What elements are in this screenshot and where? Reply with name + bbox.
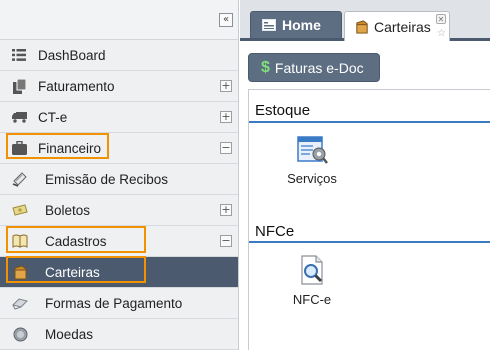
list-icon [11,47,27,63]
main-panel: Home Carteiras ✕ ☆ $ Faturas e-Doc Estoq… [240,0,490,350]
expand-icon[interactable]: + [220,111,232,123]
section-title-estoque: Estoque [255,102,311,119]
collapse-sidebar-button[interactable]: « [219,13,233,27]
sidebar-item-carteiras[interactable]: Carteiras [0,257,238,288]
briefcase-icon [11,140,27,156]
document-icon [11,78,27,94]
services-icon [296,133,328,165]
sidebar-item-cte[interactable]: CT-e + [0,102,238,133]
sidebar-item-label: Formas de Pagamento [45,295,183,311]
section-title-nfce: NFCe [255,223,295,240]
sidebar-item-label: Moedas [45,326,94,342]
sidebar-item-boletos[interactable]: Boletos + [0,195,238,226]
tile-label: NFC-e [292,292,332,307]
sidebar-item-label: Boletos [45,202,91,218]
coin-icon [12,326,28,342]
book-icon [12,233,28,249]
money-icon [12,202,28,218]
sidebar-item-label: Faturamento [38,78,115,94]
tile-label: Serviços [287,171,337,186]
sidebar-item-cadastros[interactable]: Cadastros − [0,226,238,257]
tile-servicos[interactable]: Serviços [277,133,347,186]
payment-icon [12,295,28,311]
collapse-icon[interactable]: − [220,235,232,247]
sidebar-item-label: DashBoard [38,47,106,63]
collapse-icon[interactable]: − [220,142,232,154]
wallet-icon [12,264,28,280]
sidebar-item-dashboard[interactable]: DashBoard [0,40,238,71]
expand-icon[interactable]: + [220,80,232,92]
sidebar-item-label: Cadastros [45,233,107,249]
content-area: Estoque Serviços NFCe NFC-e [248,89,490,350]
tab-carteiras-label: Carteiras [374,18,431,35]
section-divider [249,121,490,123]
dollar-icon: $ [261,58,270,76]
sidebar-item-label: Emissão de Recibos [45,171,169,187]
sidebar-item-label: CT-e [38,109,68,125]
tile-nfce[interactable]: NFC-e [277,254,347,307]
sidebar-item-emissao-de-recibos[interactable]: Emissão de Recibos [0,164,238,195]
tab-home-label: Home [282,17,321,33]
star-icon[interactable]: ☆ [437,28,446,39]
sidebar-header: « [0,0,238,40]
sidebar-item-formas-de-pagamento[interactable]: Formas de Pagamento [0,288,238,319]
receipt-icon [12,171,28,187]
sidebar: « DashBoard Faturamento + CT-e + Finance… [0,0,239,350]
document-search-icon [296,254,328,286]
faturas-edoc-label: Faturas e-Doc [274,59,364,76]
sidebar-item-financeiro[interactable]: Financeiro − [0,133,238,164]
sidebar-item-label: Carteiras [45,264,100,280]
wallet-icon [354,19,370,35]
sidebar-item-moedas[interactable]: Moedas [0,319,238,350]
sidebar-item-label: Financeiro [38,140,102,156]
tab-bar: Home Carteiras ✕ ☆ [240,0,490,41]
faturas-edoc-button[interactable]: $ Faturas e-Doc [248,53,380,82]
tab-carteiras[interactable]: Carteiras ✕ ☆ [344,11,450,41]
sidebar-item-faturamento[interactable]: Faturamento + [0,71,238,102]
expand-icon[interactable]: + [220,204,232,216]
home-icon [261,17,277,33]
truck-icon [11,109,27,125]
tab-home[interactable]: Home [250,11,342,39]
close-icon[interactable]: ✕ [436,14,446,24]
section-divider [249,241,490,243]
